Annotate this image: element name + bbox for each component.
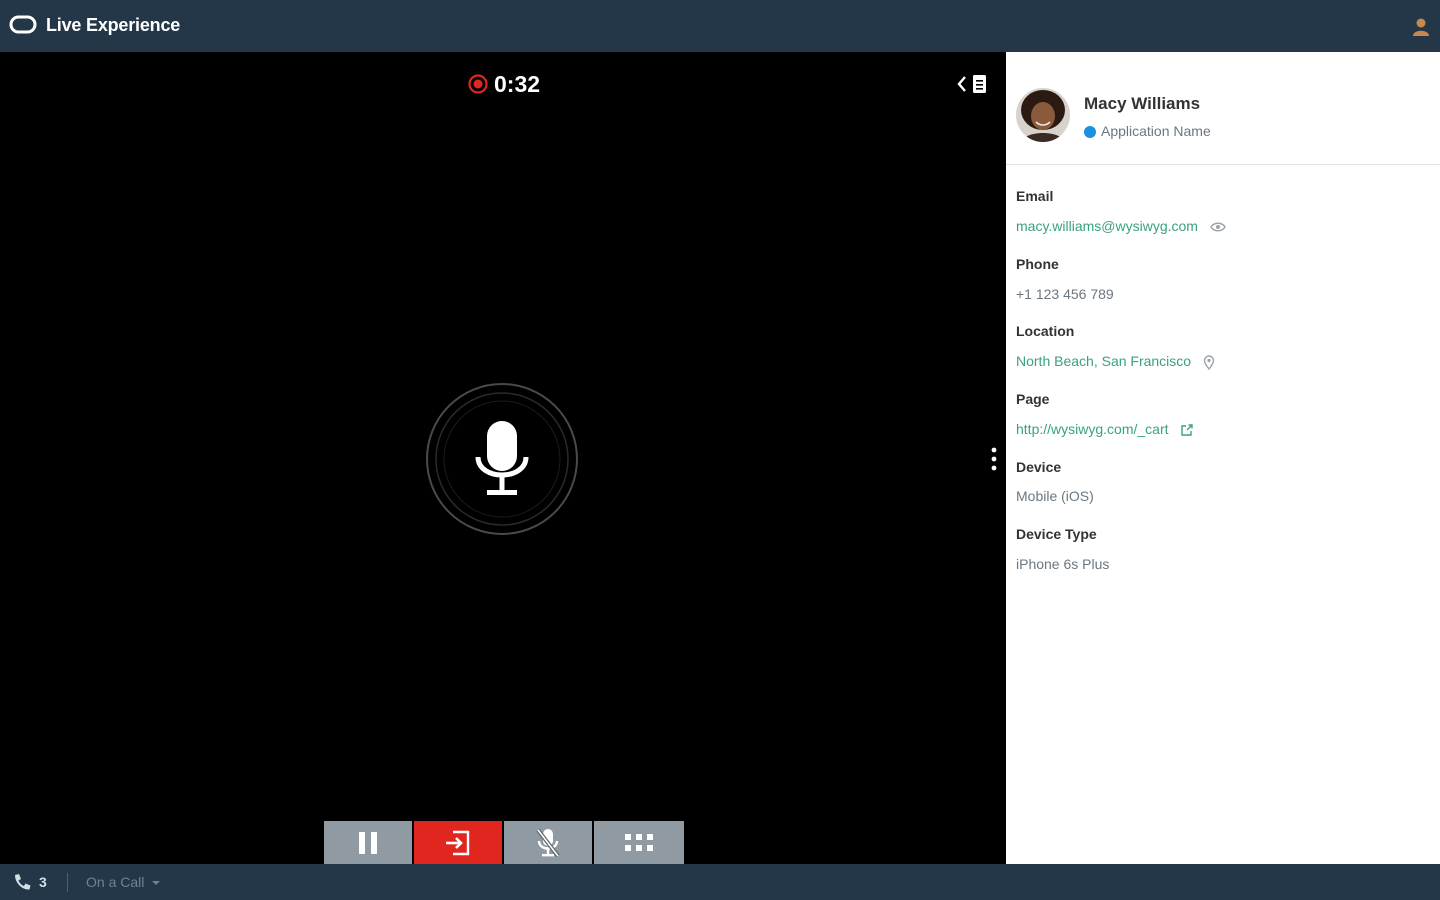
device-type-label: Device Type	[1016, 526, 1097, 542]
page-label: Page	[1016, 391, 1050, 407]
device-type-value: iPhone 6s Plus	[1016, 556, 1110, 572]
avatar	[1016, 88, 1070, 142]
collapse-panel-icon[interactable]	[955, 72, 991, 96]
agent-status-label: On a Call	[86, 874, 145, 890]
end-call-button[interactable]	[414, 821, 502, 864]
microphone-icon	[426, 383, 578, 535]
map-pin-icon	[1203, 355, 1215, 370]
email-value[interactable]: macy.williams@wysiwyg.com	[1016, 218, 1226, 234]
user-avatar-icon[interactable]	[1411, 16, 1431, 36]
call-stage: 0:32	[0, 52, 1006, 864]
microphone-muted-icon	[536, 828, 560, 857]
customer-profile: Macy Williams Application Name	[1006, 52, 1440, 165]
mute-button[interactable]	[504, 821, 592, 864]
kebab-menu-icon[interactable]	[988, 446, 1000, 472]
status-bar: 3 On a Call	[0, 864, 1440, 900]
application-name: Application Name	[1101, 123, 1211, 139]
agent-status-dropdown[interactable]: On a Call	[86, 874, 161, 890]
keypad-button[interactable]	[594, 821, 684, 864]
customer-name: Macy Williams	[1084, 94, 1201, 113]
email-link[interactable]: macy.williams@wysiwyg.com	[1016, 218, 1198, 234]
customer-panel: Macy Williams Application Name Email mac…	[1006, 52, 1440, 864]
page-value[interactable]: http://wysiwyg.com/_cart	[1016, 421, 1194, 437]
record-icon	[468, 74, 488, 94]
email-label: Email	[1016, 188, 1054, 204]
page-link[interactable]: http://wysiwyg.com/_cart	[1016, 421, 1169, 437]
app-title: Live Experience	[46, 15, 181, 35]
caret-down-icon	[152, 881, 161, 886]
divider	[67, 873, 68, 892]
location-value[interactable]: North Beach, San Francisco	[1016, 353, 1215, 370]
device-value: Mobile (iOS)	[1016, 488, 1094, 504]
top-bar: Live Experience	[0, 0, 1440, 52]
keypad-icon	[625, 833, 653, 851]
eye-icon[interactable]	[1210, 222, 1226, 232]
pause-button[interactable]	[324, 821, 412, 864]
phone-icon[interactable]	[12, 873, 32, 891]
phone-value: +1 123 456 789	[1016, 286, 1114, 302]
location-label: Location	[1016, 323, 1075, 339]
oracle-ring-icon	[9, 15, 37, 34]
pause-icon	[359, 831, 377, 854]
exit-icon	[446, 830, 470, 855]
phone-label: Phone	[1016, 256, 1059, 272]
call-count: 3	[39, 874, 47, 890]
device-label: Device	[1016, 459, 1062, 475]
call-timer: 0:32	[494, 71, 541, 97]
external-link-icon[interactable]	[1180, 423, 1194, 437]
status-dot	[1084, 126, 1096, 138]
location-link[interactable]: North Beach, San Francisco	[1016, 353, 1191, 369]
call-controls	[324, 821, 684, 864]
